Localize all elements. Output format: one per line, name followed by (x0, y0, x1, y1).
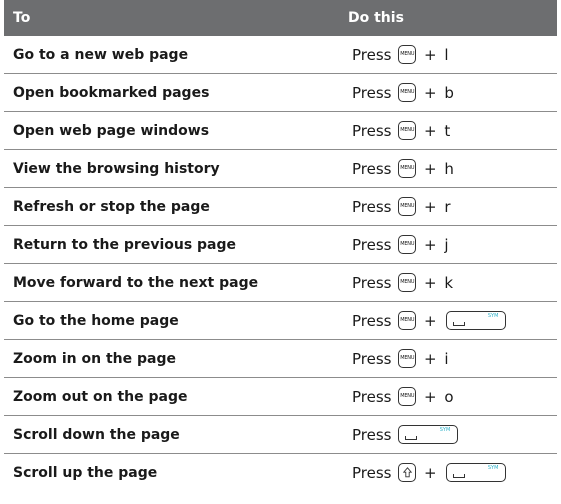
menu-key-icon: MENU (398, 45, 417, 64)
action-cell: Press MENU + b (340, 73, 557, 112)
table-row: Zoom out on the page Press MENU + o (4, 377, 557, 416)
space-sym-key-icon: SYM (398, 425, 459, 444)
key-letter: h (444, 159, 454, 178)
table-row: View the browsing history Press MENU + h (4, 149, 557, 188)
space-sym-key-icon: SYM (446, 463, 507, 482)
space-glyph-icon (453, 322, 466, 326)
menu-key-icon: MENU (398, 83, 417, 102)
plus-sign: + (424, 197, 437, 216)
sym-label: SYM (487, 465, 499, 471)
table-row: Zoom in on the page Press MENU + i (4, 339, 557, 378)
plus-sign: + (424, 45, 437, 64)
action-cell: Press MENU + SYM (340, 301, 557, 340)
press-label: Press (352, 45, 392, 64)
key-letter: i (444, 349, 449, 368)
task-cell: Open bookmarked pages (4, 73, 340, 112)
menu-key-icon: MENU (398, 311, 417, 330)
action-cell: Press MENU + o (340, 377, 557, 416)
plus-sign: + (424, 83, 437, 102)
action-cell: Press MENU + h (340, 149, 557, 188)
press-label: Press (352, 273, 392, 292)
plus-sign: + (424, 311, 437, 330)
key-letter: j (444, 235, 449, 254)
task-cell: Go to a new web page (4, 36, 340, 74)
table-row: Return to the previous page Press MENU +… (4, 225, 557, 264)
key-letter: o (444, 387, 454, 406)
press-label: Press (352, 235, 392, 254)
table-row: Go to a new web page Press MENU + l (4, 36, 557, 74)
press-label: Press (352, 463, 392, 482)
press-label: Press (352, 425, 392, 444)
press-label: Press (352, 349, 392, 368)
menu-key-icon: MENU (398, 121, 417, 140)
press-label: Press (352, 159, 392, 178)
press-label: Press (352, 197, 392, 216)
task-cell: Zoom out on the page (4, 377, 340, 416)
press-label: Press (352, 83, 392, 102)
plus-sign: + (424, 273, 437, 292)
sym-label: SYM (439, 427, 451, 433)
menu-key-icon: MENU (398, 273, 417, 292)
key-letter: k (444, 273, 454, 292)
action-cell: Press MENU + l (340, 36, 557, 74)
press-label: Press (352, 387, 392, 406)
menu-key-icon: MENU (398, 349, 417, 368)
menu-key-icon: MENU (398, 235, 417, 254)
shift-key-icon (398, 463, 417, 482)
menu-key-icon: MENU (398, 387, 417, 406)
task-cell: Scroll up the page (13, 464, 158, 481)
press-label: Press (352, 311, 392, 330)
menu-key-icon: MENU (398, 159, 417, 178)
action-cell: Press MENU + t (340, 111, 557, 150)
task-cell: Go to the home page (4, 301, 340, 340)
sym-label: SYM (487, 313, 499, 319)
table-row: Scroll down the page Press SYM (4, 415, 557, 454)
plus-sign: + (424, 159, 437, 178)
action-cell: Press + SYM (340, 454, 557, 492)
table-row: Scroll up the page Press + SYM (4, 454, 557, 492)
plus-sign: + (424, 387, 437, 406)
plus-sign: + (424, 121, 437, 140)
task-cell: Open web page windows (4, 111, 340, 150)
header-task: To (13, 10, 31, 26)
plus-sign: + (424, 235, 437, 254)
table-row: Open bookmarked pages Press MENU + b (4, 73, 557, 112)
task-cell: Zoom in on the page (4, 339, 340, 378)
table-row: Refresh or stop the page Press MENU + r (4, 187, 557, 226)
action-cell: Press SYM (340, 415, 557, 454)
table-row: Go to the home page Press MENU + SYM (4, 301, 557, 340)
table-row: Open web page windows Press MENU + t (4, 111, 557, 150)
key-letter: b (444, 83, 454, 102)
task-cell: View the browsing history (4, 149, 340, 188)
header-action: Do this (348, 10, 404, 26)
plus-sign: + (424, 463, 437, 482)
action-cell: Press MENU + j (340, 225, 557, 264)
action-cell: Press MENU + k (340, 263, 557, 302)
key-letter: l (444, 45, 449, 64)
key-letter: t (444, 121, 451, 140)
press-label: Press (352, 121, 392, 140)
space-sym-key-icon: SYM (446, 311, 507, 330)
key-letter: r (444, 197, 451, 216)
table-row: Move forward to the next page Press MENU… (4, 263, 557, 302)
plus-sign: + (424, 349, 437, 368)
task-cell: Refresh or stop the page (4, 187, 340, 226)
space-glyph-icon (405, 436, 418, 440)
task-cell: Move forward to the next page (4, 263, 340, 302)
action-cell: Press MENU + i (340, 339, 557, 378)
table-header: To Do this (4, 0, 557, 36)
action-cell: Press MENU + r (340, 187, 557, 226)
space-glyph-icon (453, 474, 466, 478)
menu-key-icon: MENU (398, 197, 417, 216)
task-cell: Return to the previous page (4, 225, 340, 264)
shortcut-table: To Do this Go to a new web page Press ME… (4, 0, 557, 491)
task-cell: Scroll down the page (4, 415, 340, 454)
